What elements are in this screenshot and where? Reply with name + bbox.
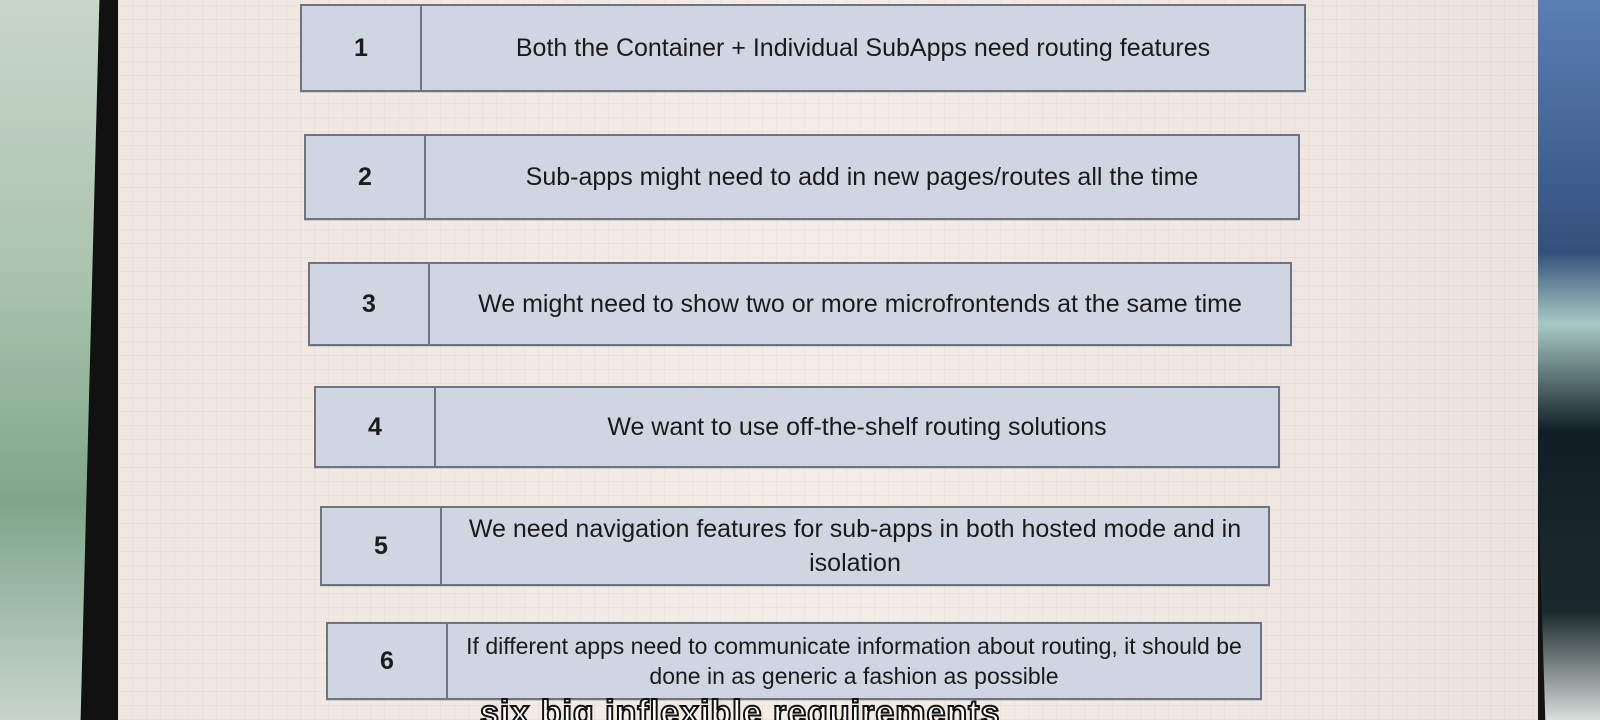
requirement-number: 1 [302,6,422,90]
requirement-text: We need navigation features for sub-apps… [468,515,1242,577]
requirement-number: 2 [306,136,426,218]
requirement-number: 6 [328,624,448,698]
requirement-row-5: 5 We need navigation features for sub-ap… [320,506,1270,586]
requirement-text: Both the Container + Individual SubApps … [515,34,1211,62]
requirement-number: 3 [310,264,430,344]
requirements-table: 1 Both the Container + Individual SubApp… [118,0,1538,720]
requirement-row-1: 1 Both the Container + Individual SubApp… [300,4,1306,92]
slide-screen: 1 Both the Container + Individual SubApp… [118,0,1538,720]
requirement-text: Sub-apps might need to add in new pages/… [525,163,1199,191]
requirement-text: We might need to show two or more microf… [478,290,1242,318]
requirement-text: If different apps need to communicate in… [466,633,1242,689]
video-caption: six big inflexible requirements [479,693,1001,720]
requirement-text: We want to use off-the-shelf routing sol… [607,413,1107,441]
requirement-row-4: 4 We want to use off-the-shelf routing s… [314,386,1280,468]
requirement-number: 5 [322,508,442,584]
requirement-row-2: 2 Sub-apps might need to add in new page… [304,134,1300,220]
requirement-row-3: 3 We might need to show two or more micr… [308,262,1292,346]
requirement-row-6: 6 If different apps need to communicate … [326,622,1262,700]
requirement-number: 4 [316,388,436,466]
